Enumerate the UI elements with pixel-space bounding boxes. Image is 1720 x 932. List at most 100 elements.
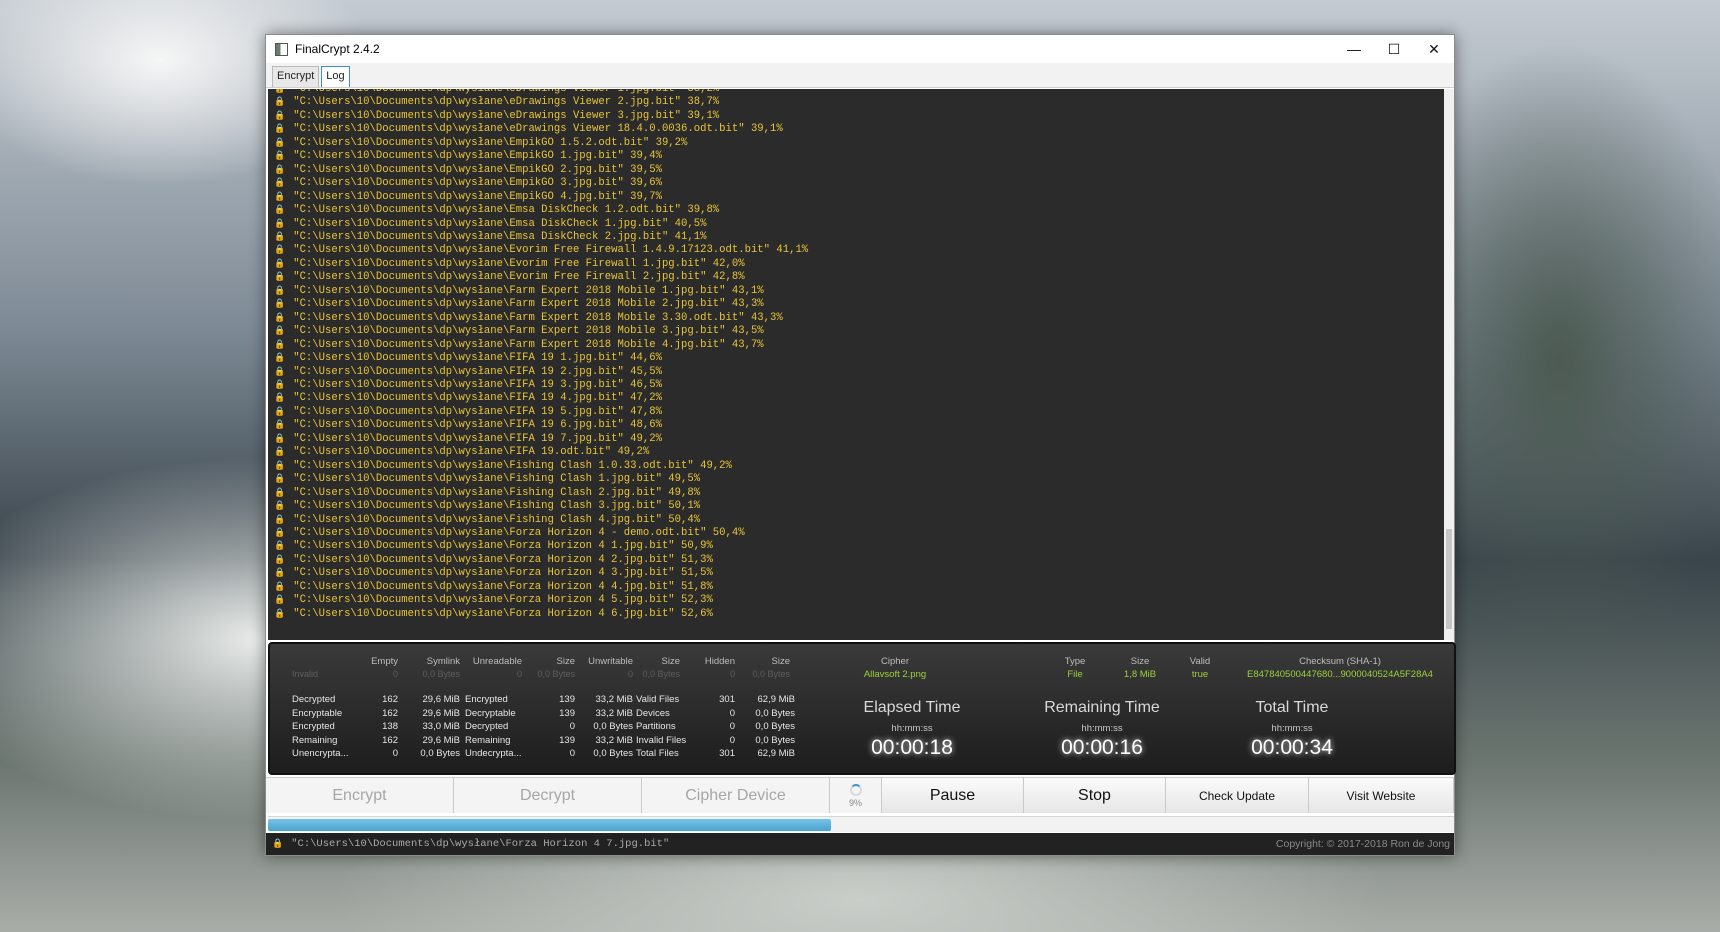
log-line-text: "C:\Users\10\Documents\dp\wysłane\Evorim…: [293, 271, 745, 284]
stat-label: Unencrypta...: [292, 748, 349, 759]
log-line-text: "C:\Users\10\Documents\dp\wysłane\Emsa D…: [293, 230, 707, 243]
lock-icon: 🔒: [274, 608, 286, 619]
log-line-text: "C:\Users\10\Documents\dp\wysłane\Fishin…: [293, 500, 701, 513]
tab-encrypt[interactable]: Encrypt: [272, 66, 320, 87]
stat-size2: 33,2 MiB: [595, 734, 634, 746]
stat-count: 138: [382, 721, 398, 732]
header-symlink: Symlink: [426, 656, 460, 667]
stat-count2: 0: [569, 721, 575, 732]
size-header: Size: [1130, 656, 1150, 667]
stat-label2: Decrypted: [465, 721, 509, 732]
lock-icon: 🔒: [274, 581, 286, 592]
log-line: 🔒 "C:\Users\10\Documents\dp\wysłane\Forza…: [274, 594, 1438, 607]
spinner-percent: 9%: [848, 797, 862, 808]
valid-value: true: [1191, 669, 1209, 680]
stat-count: 0: [392, 748, 398, 759]
lock-icon: 🔒: [274, 406, 286, 417]
tab-bar: Encrypt Log: [266, 63, 1454, 88]
cipher-device-button[interactable]: Cipher Device: [642, 778, 830, 813]
stat-count: 162: [382, 707, 398, 719]
remaining-format: hh:mm:ss: [1081, 723, 1123, 734]
log-line-text: "C:\Users\10\Documents\dp\wysłane\Forza …: [293, 526, 745, 539]
title-bar[interactable]: FinalCrypt 2.4.2 — ☐ ✕: [266, 35, 1454, 63]
visit-website-button[interactable]: Visit Website: [1309, 778, 1454, 813]
log-line: 🔒 "C:\Users\10\Documents\dp\wysłane\Evori…: [274, 258, 1438, 271]
app-icon: [275, 42, 288, 56]
valid-header: Valid: [1189, 656, 1211, 667]
log-line-text: "C:\Users\10\Documents\dp\wysłane\Fishin…: [293, 486, 701, 499]
lock-icon: 🔒: [272, 839, 284, 849]
stat-size2: 0,0 Bytes: [593, 748, 633, 759]
stat-count2: 0: [569, 748, 575, 759]
decrypt-button[interactable]: Decrypt: [454, 778, 642, 813]
log-line: 🔒 "C:\Users\10\Documents\dp\wysłane\Empik…: [274, 164, 1438, 177]
spinner-icon: [849, 783, 862, 796]
lock-icon: 🔒: [274, 595, 286, 606]
lock-icon: 🔒: [274, 393, 286, 404]
stat-count2: 139: [559, 707, 575, 719]
stat-size2: 33,2 MiB: [595, 707, 634, 719]
close-button[interactable]: ✕: [1414, 35, 1454, 63]
log-line: 🔒 "C:\Users\10\Documents\dp\wysłane\eDraw…: [274, 123, 1438, 136]
stat-count3: 301: [719, 748, 735, 759]
lock-icon: 🔒: [274, 501, 286, 512]
stat-size: 33,0 MiB: [422, 721, 461, 732]
log-line-text: "C:\Users\10\Documents\dp\wysłane\FIFA 1…: [293, 392, 662, 405]
log-line: 🔒 "C:\Users\10\Documents\dp\wysłane\Farm …: [274, 312, 1438, 325]
lock-icon: 🔒: [274, 151, 286, 162]
log-line: 🔒 "C:\Users\10\Documents\dp\wysłane\Farm …: [274, 339, 1438, 352]
stat-size: 29,6 MiB: [422, 694, 461, 705]
tab-log[interactable]: Log: [321, 66, 350, 87]
lock-icon: 🔒: [274, 231, 286, 242]
stat-count: 162: [382, 694, 398, 705]
lock-icon: 🔒: [274, 245, 286, 256]
log-panel[interactable]: 🔒 "C:\Users\10\Documents\dp\wysłane\eDraw…: [268, 89, 1444, 640]
log-scrollbar[interactable]: [1444, 89, 1454, 640]
log-line: 🔒 "C:\Users\10\Documents\dp\wysłane\Fishi…: [274, 473, 1438, 486]
lock-icon: 🔒: [274, 258, 286, 269]
log-line: 🔒 "C:\Users\10\Documents\dp\wysłane\Forza…: [274, 567, 1438, 580]
log-line-text: "C:\Users\10\Documents\dp\wysłane\eDrawi…: [293, 89, 720, 95]
log-line-text: "C:\Users\10\Documents\dp\wysłane\Evorim…: [293, 244, 809, 257]
type-header: Type: [1064, 656, 1086, 667]
total-format: hh:mm:ss: [1271, 723, 1313, 734]
elapsed-label: Elapsed Time: [863, 699, 961, 716]
stat-size3: 0,0 Bytes: [755, 734, 795, 746]
lock-icon: 🔒: [274, 285, 286, 296]
log-line-text: "C:\Users\10\Documents\dp\wysłane\FIFA 1…: [293, 365, 662, 378]
log-line-text: "C:\Users\10\Documents\dp\wysłane\Forza …: [293, 594, 713, 607]
lock-icon: 🔒: [274, 487, 286, 498]
stat-count3: 301: [719, 694, 735, 705]
encrypt-button[interactable]: Encrypt: [266, 778, 454, 813]
lock-icon: 🔒: [274, 89, 286, 94]
stat-label: Encryptable: [292, 707, 343, 719]
pause-button[interactable]: Pause: [882, 778, 1024, 813]
log-line: 🔒 "C:\Users\10\Documents\dp\wysłane\FIFA …: [274, 352, 1438, 365]
log-line-text: "C:\Users\10\Documents\dp\wysłane\EmpikG…: [293, 177, 662, 190]
stat-count2: 139: [559, 734, 575, 746]
log-line: 🔒 "C:\Users\10\Documents\dp\wysłane\Forza…: [274, 554, 1438, 567]
stat-size: 29,6 MiB: [422, 707, 461, 719]
elapsed-timer: Elapsed Time hh:mm:ss 00:00:18: [822, 699, 1002, 760]
size-value: 1,8 MiB: [1123, 669, 1157, 680]
log-text: 🔒 "C:\Users\10\Documents\dp\wysłane\eDraw…: [268, 89, 1444, 621]
log-line: 🔒 "C:\Users\10\Documents\dp\wysłane\FIFA …: [274, 446, 1438, 459]
log-line-text: "C:\Users\10\Documents\dp\wysłane\Fishin…: [293, 473, 701, 486]
progress-fill: [268, 819, 832, 831]
lock-icon: 🔒: [274, 205, 286, 216]
check-update-button[interactable]: Check Update: [1166, 778, 1309, 813]
minimize-button[interactable]: —: [1334, 35, 1374, 63]
stat-size2: 0,0 Bytes: [593, 721, 633, 732]
scrollbar-thumb[interactable]: [1446, 529, 1452, 629]
invalid-unwritable: 0: [627, 669, 633, 679]
stop-button[interactable]: Stop: [1024, 778, 1166, 813]
lock-icon: 🔒: [274, 554, 286, 565]
stat-label: Decrypted: [292, 694, 336, 705]
stat-size2: 33,2 MiB: [595, 694, 634, 705]
status-bar: 🔒 "C:\Users\10\Documents\dp\wysłane\Forz…: [266, 833, 1454, 855]
stat-label2: Decryptable: [465, 707, 516, 719]
header-unreadable: Unreadable: [472, 656, 522, 667]
maximize-button[interactable]: ☐: [1374, 35, 1414, 63]
log-line-text: "C:\Users\10\Documents\dp\wysłane\Fishin…: [293, 513, 701, 526]
invalid-size-3: 0,0 Bytes: [642, 669, 680, 679]
